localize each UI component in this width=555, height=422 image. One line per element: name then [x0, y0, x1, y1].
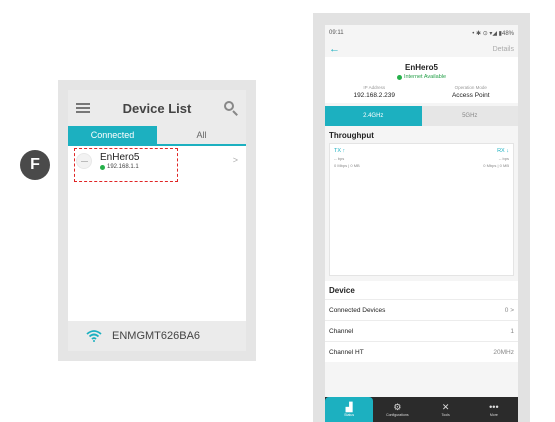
- nav-more[interactable]: ••• More: [470, 397, 518, 422]
- nav-configurations[interactable]: ⚙ Configurations: [373, 397, 421, 422]
- page-title: Device List: [122, 100, 192, 116]
- device-list-screen: Device List Connected All EnHero5 192.16…: [68, 90, 246, 351]
- internet-status-icon: [396, 74, 402, 80]
- bottom-nav: ▟ Status ⚙ Configurations ✕ Tools ••• Mo…: [325, 397, 518, 422]
- back-arrow-icon[interactable]: ←: [329, 43, 340, 55]
- details-link[interactable]: Details: [493, 46, 514, 53]
- gear-icon: ⚙: [393, 402, 402, 412]
- internet-status: Internet Available: [403, 74, 447, 80]
- clock: 09:11: [329, 30, 344, 36]
- throughput-panel: TX ↑ RX ↓ -- bps -- bps 0 Mbps | 0 MB 0 …: [329, 143, 514, 276]
- tools-icon: ✕: [441, 402, 450, 412]
- mode-label: Operation Mode: [454, 85, 487, 90]
- tab-5ghz[interactable]: 5GHz: [421, 106, 518, 126]
- channel-ht-row: Channel HT 20MHz: [325, 341, 518, 362]
- rx-rate: -- bps: [498, 156, 509, 161]
- band-tabs: 2.4GHz 5GHz: [325, 106, 518, 126]
- tab-2-4ghz[interactable]: 2.4GHz: [325, 106, 422, 126]
- device-tabs: Connected All: [68, 126, 246, 146]
- online-status-icon: [100, 164, 105, 170]
- device-list-phone: Device List Connected All EnHero5 192.16…: [58, 80, 256, 361]
- more-icon: •••: [489, 402, 499, 412]
- nav-label: More: [489, 413, 498, 417]
- throughput-title: Throughput: [329, 131, 374, 140]
- device-list-item[interactable]: EnHero5 192.168.1.1 >: [68, 146, 246, 176]
- step-badge: F: [20, 150, 50, 180]
- nav-label: Tools: [441, 413, 450, 417]
- nav-label: Configurations: [386, 413, 409, 417]
- search-icon[interactable]: [224, 101, 238, 116]
- wifi-icon: [86, 330, 102, 342]
- row-label: Connected Devices: [329, 306, 386, 314]
- nav-bar: ← Details: [325, 41, 518, 57]
- network-ssid: ENMGMT626BA6: [112, 330, 201, 342]
- row-label: Channel HT: [329, 348, 364, 356]
- status-screen: 09:11 • ✱ ⊙ ▾◢ ▮48% ← Details EnHero5 In…: [325, 25, 518, 422]
- row-value: 20MHz: [493, 348, 514, 356]
- device-title: EnHero5: [405, 63, 438, 72]
- rx-detail: 0 Mbps | 0 MB: [483, 163, 509, 168]
- ip-label: IP Address: [363, 85, 386, 90]
- tx-detail: 0 Mbps | 0 MB: [334, 163, 360, 168]
- ip-value: 192.168.2.239: [353, 92, 396, 99]
- chevron-right-icon: >: [232, 155, 238, 165]
- tab-connected[interactable]: Connected: [68, 126, 157, 144]
- nav-label: Status: [344, 413, 355, 417]
- row-value: 1: [510, 327, 514, 335]
- device-name: EnHero5: [100, 152, 140, 163]
- status-chart-icon: ▟: [345, 402, 353, 412]
- status-icons: • ✱ ⊙ ▾◢ ▮48%: [472, 30, 514, 37]
- row-label: Channel: [329, 327, 354, 335]
- rx-label: RX ↓: [497, 148, 509, 154]
- channel-row: Channel 1: [325, 320, 518, 341]
- tx-rate: -- bps: [334, 156, 345, 161]
- nav-status[interactable]: ▟ Status: [325, 397, 374, 422]
- device-section-title: Device: [329, 286, 355, 295]
- device-list-footer: ENMGMT626BA6: [68, 321, 246, 351]
- tx-label: TX ↑: [334, 148, 346, 154]
- tab-all[interactable]: All: [157, 126, 246, 144]
- device-info-card: EnHero5 Internet Available IP Address 19…: [325, 57, 518, 103]
- device-section: Device Connected Devices 0 > Channel 1 C…: [325, 281, 518, 362]
- connected-devices-row[interactable]: Connected Devices 0 >: [325, 299, 518, 320]
- status-phone: 09:11 • ✱ ⊙ ▾◢ ▮48% ← Details EnHero5 In…: [313, 13, 530, 422]
- device-list-header: Device List: [68, 90, 246, 126]
- row-value: 0 >: [504, 306, 514, 314]
- nav-tools[interactable]: ✕ Tools: [422, 397, 470, 422]
- device-ip: 192.168.1.1: [107, 164, 139, 170]
- menu-icon[interactable]: [76, 103, 90, 113]
- device-avatar-icon: [76, 153, 92, 169]
- mode-value: Access Point: [451, 92, 490, 99]
- system-status-bar: 09:11 • ✱ ⊙ ▾◢ ▮48%: [325, 25, 518, 41]
